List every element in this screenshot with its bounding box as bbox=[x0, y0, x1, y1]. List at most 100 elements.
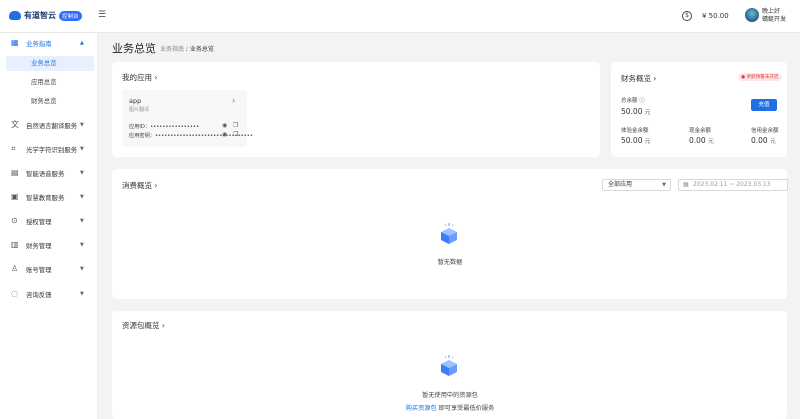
chevron-down-icon: ▼ bbox=[80, 146, 84, 152]
eye-icon[interactable]: ◉ bbox=[222, 131, 227, 138]
sidebar-item-translation[interactable]: 文 自然语言翻译服务 ▼ bbox=[0, 117, 98, 133]
empty-data-text: 暂无数据 bbox=[437, 259, 463, 266]
app-id-label: 应用ID： bbox=[129, 124, 151, 130]
page-title: 业务总览 bbox=[112, 42, 156, 55]
top-bar: 有道智云 控制台 ☰ $ ¥ 50.00 晚上好 蜻蜓开发 bbox=[0, 0, 800, 33]
key-icon: ⊙ bbox=[11, 216, 18, 225]
app-select-value: 全部应用 bbox=[608, 181, 633, 188]
chevron-down-icon: ▼ bbox=[662, 182, 666, 188]
currency-unit: 元 bbox=[644, 139, 651, 145]
copy-icon[interactable]: ❐ bbox=[233, 122, 238, 129]
sidebar-subitem-app-overview[interactable]: 应用总览 bbox=[6, 75, 94, 90]
total-balance: 50.00 元 bbox=[621, 107, 650, 116]
sidebar-item-business-guide[interactable]: ▦ 业务指南 ▲ bbox=[0, 35, 98, 51]
app-key-label: 应用密钥： bbox=[129, 133, 155, 139]
sidebar-item-authorization[interactable]: ⊙ 授权管理 ▼ bbox=[0, 213, 98, 229]
sidebar-item-account[interactable]: ♙ 账号管理 ▼ bbox=[0, 261, 98, 277]
chevron-down-icon: ▼ bbox=[80, 122, 84, 128]
app-id-value: •••••••••••••••• bbox=[150, 124, 200, 130]
consumption-title[interactable]: 消费概览 › bbox=[122, 180, 157, 191]
breadcrumb-parent[interactable]: 业务指南 bbox=[160, 46, 184, 53]
sidebar-item-finance[interactable]: ▥ 财务管理 ▼ bbox=[0, 237, 98, 253]
eye-icon[interactable]: ◉ bbox=[222, 122, 227, 129]
empty-box-icon bbox=[441, 223, 457, 244]
wallet-icon: ▥ bbox=[11, 240, 19, 249]
currency-unit: 元 bbox=[644, 110, 651, 116]
voice-icon: ▤ bbox=[11, 168, 19, 177]
sidebar-item-label: 账号管理 bbox=[26, 265, 52, 274]
education-icon: ▣ bbox=[11, 192, 19, 201]
sidebar-subitem-business-overview[interactable]: 业务总览 bbox=[6, 56, 94, 71]
empty-box-icon bbox=[441, 355, 457, 376]
translate-icon: 文 bbox=[11, 120, 19, 129]
cloud-logo-icon bbox=[9, 11, 21, 20]
scan-icon: ⌗ bbox=[11, 144, 16, 153]
avatar[interactable] bbox=[745, 8, 759, 22]
grid-icon: ▦ bbox=[11, 38, 19, 47]
buy-resource-link[interactable]: 购买资源包 bbox=[406, 405, 437, 412]
sidebar-item-label: 智慧教育服务 bbox=[26, 193, 65, 202]
cash-balance-value: 0.00 bbox=[689, 136, 706, 145]
trial-balance-label: 体验金余额 bbox=[621, 128, 649, 134]
chat-icon: ◌ bbox=[11, 289, 18, 298]
my-apps-title[interactable]: 我的应用 › bbox=[122, 72, 157, 83]
app-id-row: 应用ID：•••••••••••••••• bbox=[129, 123, 199, 130]
app-name: app bbox=[129, 97, 142, 105]
cash-balance-label: 现金余额 bbox=[689, 128, 712, 134]
empty-resource-text: 暂无使用中的资源包 bbox=[422, 392, 478, 399]
chevron-down-icon: ▼ bbox=[80, 170, 84, 176]
sidebar-item-ocr[interactable]: ⌗ 光学字符识别服务 ▼ bbox=[0, 141, 98, 157]
currency-icon: $ bbox=[682, 11, 692, 21]
chevron-down-icon: ▼ bbox=[80, 242, 84, 248]
date-range-picker[interactable]: ▦ 2023.02.11 ~ 2023.03.13 bbox=[678, 179, 788, 191]
chevron-up-icon: ▲ bbox=[80, 40, 84, 46]
user-greeting: 晚上好 bbox=[762, 8, 781, 15]
date-range-value: 2023.02.11 ~ 2023.03.13 bbox=[693, 181, 771, 188]
logo[interactable]: 有道智云 控制台 bbox=[9, 10, 82, 21]
sidebar-item-feedback[interactable]: ◌ 咨询反馈 ▼ bbox=[0, 286, 98, 302]
console-badge: 控制台 bbox=[59, 10, 82, 21]
app-card[interactable]: app 图片翻译 › 应用ID：•••••••••••••••• ◉ ❐ 应用密… bbox=[122, 90, 253, 147]
sidebar-item-label: 自然语言翻译服务 bbox=[26, 121, 78, 130]
sidebar-item-label: 财务管理 bbox=[26, 241, 52, 250]
trial-balance-value: 50.00 bbox=[621, 136, 643, 145]
account-balance[interactable]: ¥ 50.00 bbox=[702, 12, 729, 20]
total-balance-label-text: 总余额 bbox=[621, 98, 638, 104]
breadcrumb-current: 业务总览 bbox=[189, 46, 214, 53]
recharge-button[interactable]: 充值 bbox=[751, 99, 777, 111]
balance-alert-badge[interactable]: ● 余额预警未开启 bbox=[738, 73, 782, 81]
breadcrumb: 业务指南 / 业务总览 bbox=[160, 44, 214, 53]
total-balance-value: 50.00 bbox=[621, 107, 643, 116]
info-icon[interactable]: ⓘ bbox=[639, 98, 645, 104]
credit-balance-label: 信用金余额 bbox=[751, 128, 779, 134]
sidebar-item-label: 光学字符识别服务 bbox=[26, 145, 78, 154]
chevron-down-icon: ▼ bbox=[80, 194, 84, 200]
trial-balance: 50.00 元 bbox=[621, 136, 650, 145]
app-select[interactable]: 全部应用 ▼ bbox=[602, 179, 671, 191]
chevron-down-icon: ▼ bbox=[80, 218, 84, 224]
chevron-down-icon: ▼ bbox=[80, 291, 84, 297]
currency-unit: 元 bbox=[770, 139, 776, 145]
total-balance-label: 总余额 ⓘ bbox=[621, 96, 645, 104]
credit-balance: 0.00 元 bbox=[751, 136, 776, 145]
logo-text: 有道智云 bbox=[24, 11, 56, 20]
sidebar-item-education[interactable]: ▣ 智慧教育服务 ▼ bbox=[0, 189, 98, 205]
menu-toggle-icon[interactable]: ☰ bbox=[98, 11, 106, 20]
buy-resource-hint: 购买资源包 即可享受最低价服务 bbox=[360, 403, 540, 412]
sidebar-item-label: 咨询反馈 bbox=[26, 290, 52, 299]
sidebar-item-label: 授权管理 bbox=[26, 217, 52, 226]
chevron-right-icon[interactable]: › bbox=[232, 96, 235, 105]
currency-unit: 元 bbox=[708, 139, 714, 145]
sidebar-subitem-finance-overview[interactable]: 财务总览 bbox=[6, 94, 94, 109]
copy-icon[interactable]: ❐ bbox=[233, 131, 238, 138]
calendar-icon: ▦ bbox=[683, 181, 689, 188]
app-description: 图片翻译 bbox=[129, 107, 150, 113]
buy-resource-suffix: 即可享受最低价服务 bbox=[436, 405, 495, 412]
finance-title[interactable]: 财务概览 › bbox=[621, 73, 656, 84]
chevron-down-icon: ▼ bbox=[80, 266, 84, 272]
cash-balance: 0.00 元 bbox=[689, 136, 714, 145]
sidebar-item-voice[interactable]: ▤ 智能语音服务 ▼ bbox=[0, 165, 98, 181]
resource-pack-title[interactable]: 资源包概览 › bbox=[122, 320, 165, 331]
user-icon: ♙ bbox=[11, 264, 19, 273]
user-menu[interactable]: 晚上好 蜻蜓开发 bbox=[762, 8, 786, 24]
